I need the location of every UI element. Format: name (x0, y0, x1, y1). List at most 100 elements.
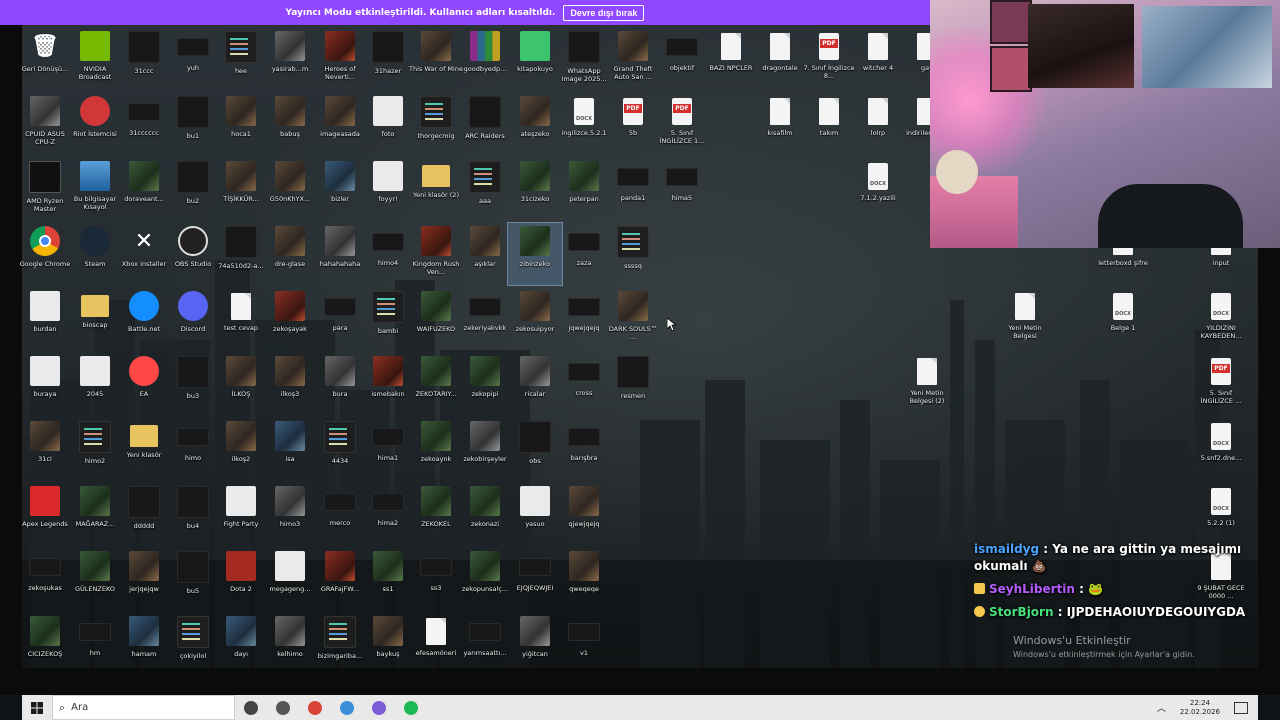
desktop-icon[interactable]: Steam (68, 223, 122, 285)
desktop-icon[interactable]: kitapokuyo (508, 28, 562, 90)
desktop-icon[interactable]: yiğitcan (508, 613, 562, 675)
desktop-icon[interactable]: cross (557, 353, 611, 415)
desktop-icon[interactable]: 31hazer (361, 28, 415, 90)
desktop-icon[interactable]: buraya (18, 353, 72, 415)
desktop-icon[interactable]: ss1 (361, 548, 415, 610)
desktop-icon[interactable]: 31cccccc (117, 93, 171, 155)
desktop-icon[interactable]: Yeni Metin Belgesi (2) (900, 353, 954, 415)
desktop-icon[interactable]: ssssq (606, 223, 660, 285)
desktop-icon[interactable]: Yeni klasör (2) (409, 158, 463, 220)
desktop-icon[interactable]: ARC Raiders (458, 93, 512, 155)
desktop-icon[interactable]: objektif (655, 28, 709, 90)
desktop-icon[interactable]: DOCX 7.1.2.yazili (851, 158, 905, 220)
desktop-icon[interactable]: 2045 (68, 353, 122, 415)
desktop-icon[interactable]: çokiyilol (166, 613, 220, 675)
desktop-icon[interactable]: para (313, 288, 367, 350)
desktop-icon[interactable]: ilkoş2 (214, 418, 268, 480)
desktop-icon[interactable]: Yeni klasör (117, 418, 171, 480)
taskbar-app-button[interactable] (267, 695, 299, 720)
desktop-icon[interactable]: Apex Legends (18, 483, 72, 545)
desktop-icon[interactable]: zekopipi (458, 353, 512, 415)
desktop-icon[interactable]: yuh (166, 28, 220, 90)
desktop-icon[interactable]: MAĞARAZ... (68, 483, 122, 545)
desktop-icon[interactable]: foto (361, 93, 415, 155)
desktop-icon[interactable]: Heroes of Neverti... (313, 28, 367, 90)
desktop-icon[interactable]: zekobirşeyler (458, 418, 512, 480)
desktop-icon[interactable]: imageasada (313, 93, 367, 155)
desktop-icon[interactable]: NVIDIA Broadcast (68, 28, 122, 90)
desktop-icon[interactable]: DOCX ingilizce.5.2.1 (557, 93, 611, 155)
desktop-icon[interactable]: bura (313, 353, 367, 415)
desktop-icon[interactable]: himo4 (361, 223, 415, 285)
desktop-icon[interactable]: jqwejqejq (557, 288, 611, 350)
taskbar-app-button[interactable] (299, 695, 331, 720)
start-button[interactable] (22, 695, 52, 720)
desktop-icon[interactable]: Fight Party (214, 483, 268, 545)
desktop-icon[interactable]: isa (263, 418, 317, 480)
desktop-icon[interactable]: Yeni Metin Belgesi (998, 288, 1052, 350)
desktop-icon[interactable]: BAZI NPCLER (704, 28, 758, 90)
desktop-icon[interactable]: merco (313, 483, 367, 545)
notification-center-icon[interactable] (1234, 701, 1248, 714)
desktop-icon[interactable]: bizler (313, 158, 367, 220)
desktop-icon[interactable]: himo2 (68, 418, 122, 480)
desktop-icon[interactable]: kısafilm (753, 93, 807, 155)
desktop-icon[interactable]: witcher 4 (851, 28, 905, 90)
desktop-icon[interactable]: Geri Dönüşü... (18, 28, 72, 90)
desktop-icon[interactable]: PDF 5. Sınıf İNGİLİZCE ... (1194, 353, 1248, 415)
desktop-icon[interactable]: thorgecmig (409, 93, 463, 155)
desktop-icon[interactable]: DOCX Belge 1 (1096, 288, 1150, 350)
desktop-icon[interactable]: zekoşukas (18, 548, 72, 610)
desktop-icon[interactable]: bambi (361, 288, 415, 350)
desktop-icon[interactable]: PDF 7. Sınıf İngilizce 8... (802, 28, 856, 90)
desktop-icon[interactable]: DARK SOULS™ ... (606, 288, 660, 350)
desktop-icon[interactable]: zekeriyakvkk (458, 288, 512, 350)
desktop-icon[interactable]: aaa (458, 158, 512, 220)
desktop-icon[interactable]: TİŞİKKÜR... (214, 158, 268, 220)
desktop-icon[interactable]: 4434 (313, 418, 367, 480)
desktop-icon[interactable]: ricalar (508, 353, 562, 415)
desktop-icon[interactable]: ZEKOKEL (409, 483, 463, 545)
desktop-icon[interactable]: zekopunsalç... (458, 548, 512, 610)
desktop-icon[interactable]: CICIZEKOŞ (18, 613, 72, 675)
desktop-icon[interactable]: DOCX YILDIZINI KAYBEDEN... (1194, 288, 1248, 350)
desktop-icon[interactable]: lolrp (851, 93, 905, 155)
desktop-icon[interactable]: Grand Theft Auto San ... (606, 28, 660, 90)
desktop-icon[interactable]: dre-glase (263, 223, 317, 285)
show-hidden-icons-chevron-icon[interactable]: ︿ (1157, 701, 1166, 714)
disable-streamer-mode-button[interactable]: Devre dışı bırak (563, 4, 645, 21)
desktop-icon[interactable]: peterpan (557, 158, 611, 220)
desktop-icon[interactable]: doraveant... (117, 158, 171, 220)
desktop-icon[interactable]: Riot İstemcisi (68, 93, 122, 155)
desktop-icon[interactable]: hoca1 (214, 93, 268, 155)
desktop-icon[interactable]: G50nKhYX... (263, 158, 317, 220)
desktop-icon[interactable]: aşıklar (458, 223, 512, 285)
desktop-icon[interactable]: baykuş (361, 613, 415, 675)
desktop-icon[interactable]: zibinzeko (507, 222, 563, 286)
desktop-icon[interactable]: qweqeqe (557, 548, 611, 610)
desktop-icon[interactable]: v1 (557, 613, 611, 675)
desktop-icon[interactable]: hima2 (361, 483, 415, 545)
desktop-icon[interactable]: zekoşayak (263, 288, 317, 350)
desktop-icon[interactable]: bu2 (166, 158, 220, 220)
desktop-icon[interactable]: goodbyedp... (458, 28, 512, 90)
desktop-icon[interactable]: bioscap (68, 288, 122, 350)
desktop-icon[interactable]: zaza (557, 223, 611, 285)
taskbar-search-input[interactable]: ⌕ Ara (52, 695, 235, 720)
desktop-icon[interactable]: EJQJEQWJEI (508, 548, 562, 610)
desktop-icon[interactable]: jerjqejqw (117, 548, 171, 610)
desktop-icon[interactable]: Dota 2 (214, 548, 268, 610)
desktop-icon[interactable]: himo (166, 418, 220, 480)
desktop-icon[interactable]: hm (68, 613, 122, 675)
desktop-icon[interactable]: Google Chrome (18, 223, 72, 285)
desktop-icon[interactable]: yasirab...m (263, 28, 317, 90)
desktop-icon[interactable]: AMD Ryzen Master (18, 158, 72, 220)
desktop-icon[interactable]: hima1 (361, 418, 415, 480)
desktop-icon[interactable]: zekonazi (458, 483, 512, 545)
desktop-icon[interactable]: GRAFajFW... (313, 548, 367, 610)
desktop-icon[interactable]: megageng... (263, 548, 317, 610)
desktop-icon[interactable]: GÜLENZEKO (68, 548, 122, 610)
desktop-icon[interactable]: Bu bilgisayar Kısayol (68, 158, 122, 220)
desktop-icon[interactable]: ilkoş3 (263, 353, 317, 415)
desktop-icon[interactable]: bu3 (166, 353, 220, 415)
